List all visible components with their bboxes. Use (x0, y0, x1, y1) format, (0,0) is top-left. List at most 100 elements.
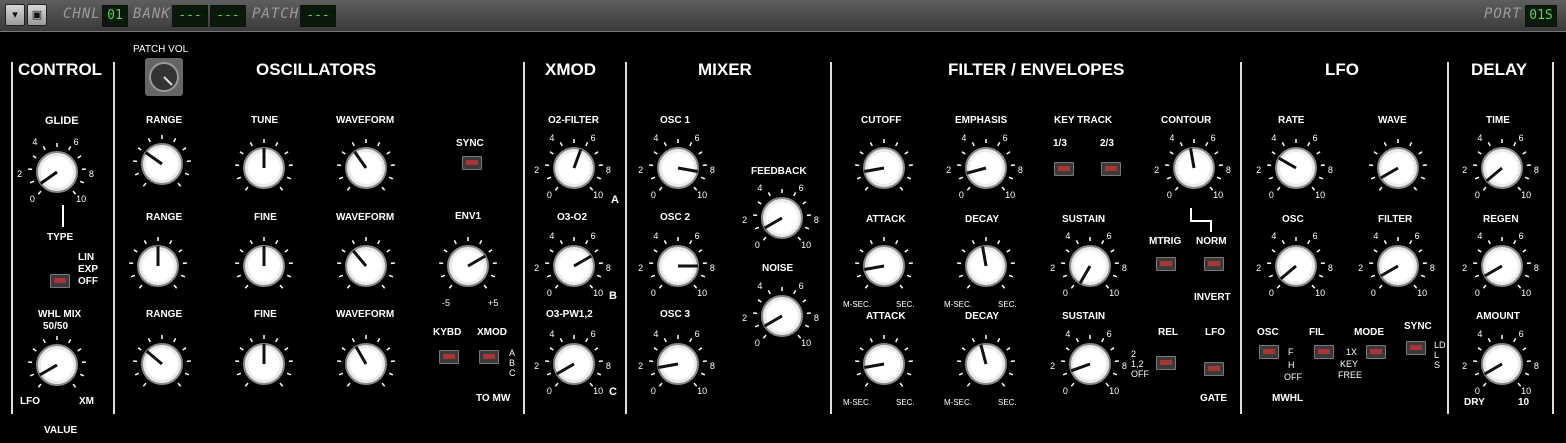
scale-label: 4 (757, 182, 763, 193)
invert-label: INVERT (1194, 292, 1231, 303)
scale-label: 10 (1315, 189, 1326, 200)
o2-filter-label: O2-FILTER (548, 115, 599, 126)
scale-label: 10 (593, 189, 604, 200)
amp-decay-knob[interactable] (951, 329, 1021, 399)
scale-label: 2 (638, 165, 644, 176)
save-disk-button[interactable]: ▣ (27, 4, 47, 26)
scale-label: 2 (946, 165, 952, 176)
scale-label: 2 (1256, 263, 1262, 274)
cutoff-knob[interactable] (849, 133, 919, 203)
env1-knob[interactable] (433, 231, 503, 301)
osc2-waveform-knob[interactable] (331, 231, 401, 301)
xmod-b-label: B (609, 290, 617, 302)
section-title-control: CONTROL (18, 60, 103, 79)
scale-label: 0 (1166, 189, 1172, 200)
xmod-switch[interactable] (479, 350, 499, 364)
scale-label: 2 (1050, 361, 1056, 372)
menu-dropdown-button[interactable]: ▾ (5, 4, 25, 26)
lfo-fil-switch[interactable] (1314, 345, 1334, 359)
port-display[interactable]: 01S (1525, 5, 1557, 27)
osc2-mix-label: OSC 2 (660, 212, 691, 223)
osc3-waveform-knob[interactable] (331, 329, 401, 399)
filter-decay-msec: M-SEC. (944, 300, 972, 309)
whl-mix-knob[interactable] (22, 330, 92, 400)
scale-label: 0 (546, 287, 552, 298)
filter-attack-msec: M-SEC. (843, 300, 871, 309)
section-title-oscillators: OSCILLATORS (256, 60, 377, 79)
mtrig-label: MTRIG (1149, 236, 1182, 247)
scale-label: 10 (593, 385, 604, 396)
kybd-switch[interactable] (439, 350, 459, 364)
filter-decay-knob[interactable] (951, 231, 1021, 301)
scale-label: 10 (1213, 189, 1224, 200)
lfo-osc-switch[interactable] (1259, 345, 1279, 359)
osc1-tune-knob[interactable] (229, 133, 299, 203)
delay-amount-label: AMOUNT (1476, 311, 1520, 322)
lfo-wave-knob[interactable] (1363, 133, 1433, 203)
cutoff-label: CUTOFF (861, 115, 902, 126)
scale-label: 4 (653, 328, 659, 339)
contour-line (1210, 220, 1212, 232)
patch-label: PATCH (252, 6, 300, 22)
scale-label: 6 (694, 230, 700, 241)
scale-label: 2 (1462, 361, 1468, 372)
scale-label: 2 (1256, 165, 1262, 176)
scale-label: 0 (546, 189, 552, 200)
key-track-23-switch[interactable] (1101, 162, 1121, 176)
key-track-13-switch[interactable] (1054, 162, 1074, 176)
scale-label: 6 (1414, 230, 1420, 241)
osc3-fine-label: FINE (254, 309, 277, 320)
scale-label: 10 (76, 193, 87, 204)
scale-label: 10 (1005, 189, 1016, 200)
norm-invert-switch[interactable] (1204, 257, 1224, 271)
lfo-ldls-label: LD L S (1434, 340, 1446, 370)
scale-label: 0 (650, 385, 656, 396)
osc3-range-label: RANGE (146, 309, 183, 320)
osc2-range-knob[interactable] (123, 231, 193, 301)
lfo-sync-label: SYNC (1404, 321, 1432, 332)
scale-label: 6 (1518, 230, 1524, 241)
patch-vol-knob[interactable] (145, 58, 183, 96)
osc1-range-label: RANGE (146, 115, 183, 126)
osc1-range-knob[interactable] (127, 129, 197, 199)
noise-label: NOISE (762, 263, 794, 274)
scale-label: 10 (697, 189, 708, 200)
osc1-waveform-knob[interactable] (331, 133, 401, 203)
scale-label: 8 (813, 215, 819, 226)
bank-display-2[interactable]: --- (210, 5, 246, 27)
kt-23-label: 2/3 (1100, 138, 1114, 149)
scale-label: 10 (801, 239, 812, 250)
osc2-fine-knob[interactable] (229, 231, 299, 301)
lfo-mode-switch[interactable] (1366, 345, 1386, 359)
osc3-range-knob[interactable] (127, 329, 197, 399)
lfo-sync-switch[interactable] (1406, 341, 1426, 355)
scale-label: 8 (605, 165, 611, 176)
patch-vol-label: PATCH VOL (133, 44, 189, 55)
exp-label: EXP (78, 264, 99, 275)
channel-display[interactable]: 01 (102, 5, 128, 27)
release-switch[interactable] (1156, 356, 1176, 370)
lfo-gate-switch[interactable] (1204, 362, 1224, 376)
bank-display-1[interactable]: --- (172, 5, 208, 27)
scale-label: 4 (1477, 132, 1483, 143)
delay-regen-label: REGEN (1483, 214, 1519, 225)
divider (523, 62, 525, 414)
section-title-mixer: MIXER (698, 60, 752, 79)
mtrig-switch[interactable] (1156, 257, 1176, 271)
delay-dry-label: DRY (1464, 397, 1485, 408)
lfo-h-label: H (1288, 360, 1295, 370)
filter-attack-knob[interactable] (849, 231, 919, 301)
env1-label: ENV1 (455, 211, 482, 222)
env1-min-label: -5 (442, 298, 451, 308)
patch-display[interactable]: --- (300, 5, 336, 27)
scale-label: 0 (650, 189, 656, 200)
scale-label: 4 (1373, 230, 1379, 241)
amp-attack-knob[interactable] (849, 329, 919, 399)
glide-type-switch[interactable] (50, 274, 70, 288)
osc-sync-switch[interactable] (462, 156, 482, 170)
divider (625, 62, 627, 414)
osc3-mix-label: OSC 3 (660, 309, 691, 320)
scale-label: 8 (709, 361, 715, 372)
divider (113, 62, 115, 414)
osc3-fine-knob[interactable] (229, 329, 299, 399)
